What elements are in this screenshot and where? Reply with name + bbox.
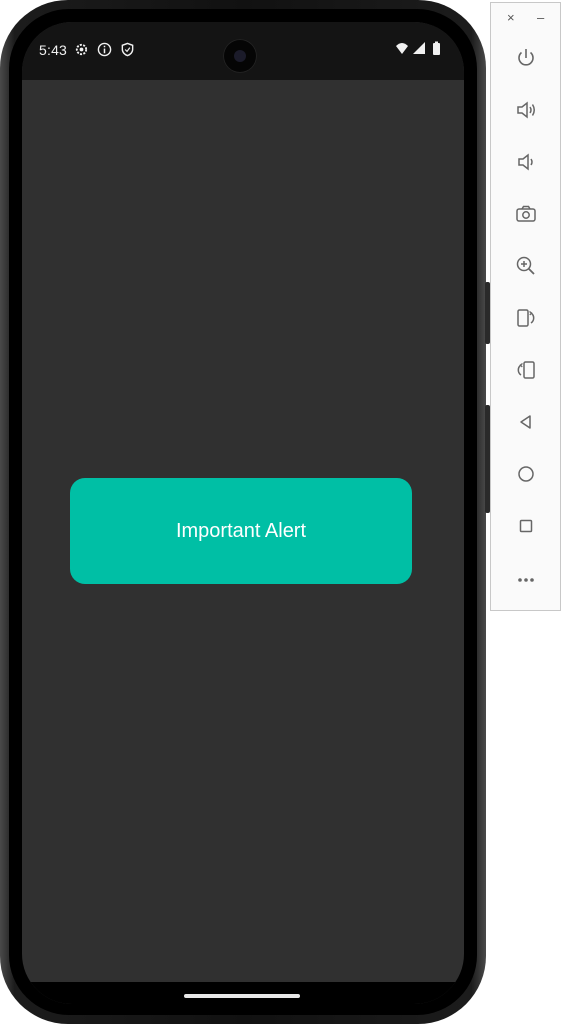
info-icon — [97, 42, 112, 57]
power-icon — [518, 49, 534, 66]
signal-icon — [413, 42, 425, 54]
rotate-left-icon — [517, 309, 535, 327]
rotate-right-icon — [517, 361, 535, 379]
back-button[interactable] — [511, 407, 541, 437]
rotate-right-button[interactable] — [511, 355, 541, 385]
volume-up-button[interactable] — [511, 95, 541, 125]
gear-icon — [74, 42, 89, 57]
navigation-bar — [22, 982, 464, 1004]
important-alert-button[interactable]: Important Alert — [70, 478, 412, 584]
device-screen: 5:43 Important Alert — [22, 22, 464, 1004]
close-window-button[interactable]: × — [507, 11, 515, 25]
front-camera — [223, 39, 257, 73]
more-icon — [518, 578, 534, 582]
status-time: 5:43 — [39, 42, 68, 58]
status-right-icons — [394, 41, 444, 62]
screenshot-button[interactable] — [511, 199, 541, 229]
power-button[interactable] — [511, 43, 541, 73]
wifi-icon — [396, 43, 408, 54]
volume-down-button[interactable] — [511, 147, 541, 177]
home-indicator[interactable] — [184, 994, 300, 998]
phone-frame: 5:43 Important Alert — [0, 0, 490, 1024]
zoom-button[interactable] — [511, 251, 541, 281]
minimize-window-button[interactable]: – — [537, 11, 544, 25]
rotate-left-button[interactable] — [511, 303, 541, 333]
shield-icon — [120, 42, 135, 57]
home-button[interactable] — [511, 459, 541, 489]
volume-down-icon — [518, 153, 533, 171]
emulator-toolbar: × – — [490, 2, 561, 611]
back-icon — [520, 415, 531, 429]
battery-icon — [433, 43, 440, 55]
home-icon — [518, 466, 534, 482]
status-bar: 5:43 — [22, 22, 464, 80]
camera-icon — [516, 205, 536, 222]
overview-icon — [519, 519, 533, 533]
overview-button[interactable] — [511, 511, 541, 541]
zoom-icon — [516, 256, 535, 275]
volume-up-icon — [517, 101, 535, 119]
more-button[interactable] — [511, 565, 541, 595]
